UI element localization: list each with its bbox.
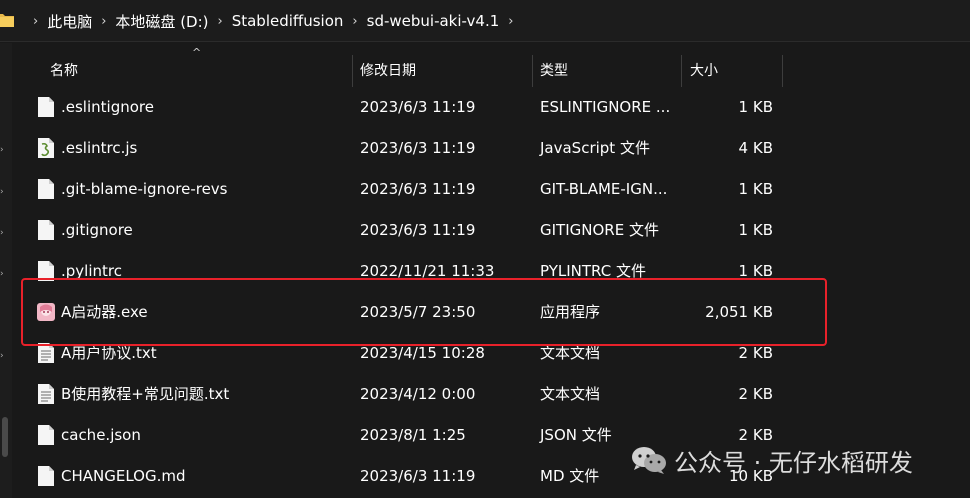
breadcrumb-this-pc[interactable]: 此电脑 bbox=[47, 11, 92, 32]
file-date: 2023/8/1 1:25 bbox=[360, 426, 466, 444]
column-date-header[interactable]: 修改日期 bbox=[360, 52, 416, 90]
breadcrumb-local-disk[interactable]: 本地磁盘 (D:) bbox=[115, 11, 208, 32]
breadcrumb-sd-webui[interactable]: sd-webui-aki-v4.1 bbox=[367, 12, 500, 30]
generic-file-icon bbox=[38, 466, 54, 486]
file-row[interactable]: B使用教程+常见问题.txt 2023/4/12 0:00 文本文档 2 KB bbox=[0, 374, 970, 415]
folder-icon bbox=[0, 14, 14, 27]
file-date: 2023/4/12 0:00 bbox=[360, 385, 476, 403]
file-size: 1 KB bbox=[738, 180, 773, 198]
column-divider[interactable] bbox=[532, 55, 533, 87]
chevron-right-icon[interactable]: › bbox=[209, 14, 232, 29]
file-name: cache.json bbox=[61, 426, 141, 444]
generic-file-icon bbox=[38, 220, 54, 240]
js-file-icon bbox=[38, 138, 54, 158]
generic-file-icon bbox=[38, 97, 54, 117]
column-header: ^ 名称 修改日期 类型 大小 bbox=[30, 46, 785, 90]
file-row[interactable]: .gitignore 2023/6/3 11:19 GITIGNORE 文件 1… bbox=[0, 210, 970, 251]
file-date: 2023/6/3 11:19 bbox=[360, 98, 476, 116]
file-size: 2 KB bbox=[738, 385, 773, 403]
file-date: 2023/6/3 11:19 bbox=[360, 467, 476, 485]
file-type: GIT-BLAME-IGN... bbox=[540, 180, 668, 198]
file-name: .git-blame-ignore-revs bbox=[61, 180, 228, 198]
breadcrumb-stablediffusion[interactable]: Stablediffusion bbox=[232, 12, 344, 30]
file-type: JSON 文件 bbox=[540, 426, 612, 444]
address-bar[interactable]: › 此电脑 › 本地磁盘 (D:) › Stablediffusion › sd… bbox=[0, 0, 970, 42]
column-name-header[interactable]: 名称 bbox=[50, 52, 78, 90]
column-size-header[interactable]: 大小 bbox=[690, 52, 718, 90]
highlight-annotation-box bbox=[21, 278, 827, 346]
chevron-right-icon[interactable]: › bbox=[24, 14, 47, 29]
file-type: JavaScript 文件 bbox=[540, 139, 650, 157]
file-row[interactable]: .git-blame-ignore-revs 2023/6/3 11:19 GI… bbox=[0, 169, 970, 210]
sort-ascending-icon: ^ bbox=[192, 46, 202, 59]
file-type: ESLINTIGNORE ... bbox=[540, 98, 671, 116]
text-file-icon bbox=[38, 384, 54, 404]
chevron-right-icon[interactable]: › bbox=[343, 14, 366, 29]
watermark-text: 公众号 · 无仔水稻研发 bbox=[674, 448, 913, 477]
file-name: .eslintignore bbox=[61, 98, 154, 116]
watermark: 公众号 · 无仔水稻研发 bbox=[630, 440, 913, 480]
chevron-right-icon[interactable]: › bbox=[92, 14, 115, 29]
column-divider[interactable] bbox=[681, 55, 682, 87]
column-type-header[interactable]: 类型 bbox=[540, 52, 568, 90]
generic-file-icon bbox=[38, 425, 54, 445]
file-name: .eslintrc.js bbox=[61, 139, 138, 157]
file-name: B使用教程+常见问题.txt bbox=[61, 385, 230, 403]
file-name: CHANGELOG.md bbox=[61, 467, 186, 485]
chevron-right-icon[interactable]: › bbox=[499, 14, 522, 29]
file-size: 1 KB bbox=[738, 221, 773, 239]
file-row[interactable]: .eslintignore 2023/6/3 11:19 ESLINTIGNOR… bbox=[0, 87, 970, 128]
file-size: 1 KB bbox=[738, 98, 773, 116]
file-type: MD 文件 bbox=[540, 467, 600, 485]
breadcrumb: › 此电脑 › 本地磁盘 (D:) › Stablediffusion › sd… bbox=[24, 0, 522, 42]
file-date: 2023/6/3 11:19 bbox=[360, 180, 476, 198]
file-type: GITIGNORE 文件 bbox=[540, 221, 659, 239]
column-divider[interactable] bbox=[782, 55, 783, 87]
file-date: 2023/6/3 11:19 bbox=[360, 139, 476, 157]
file-date: 2023/6/3 11:19 bbox=[360, 221, 476, 239]
file-name: .gitignore bbox=[61, 221, 133, 239]
file-row[interactable]: .eslintrc.js 2023/6/3 11:19 JavaScript 文… bbox=[0, 128, 970, 169]
generic-file-icon bbox=[38, 179, 54, 199]
file-size: 4 KB bbox=[738, 139, 773, 157]
file-type: 文本文档 bbox=[540, 385, 601, 403]
column-divider[interactable] bbox=[352, 55, 353, 87]
wechat-logo-icon bbox=[632, 447, 666, 474]
